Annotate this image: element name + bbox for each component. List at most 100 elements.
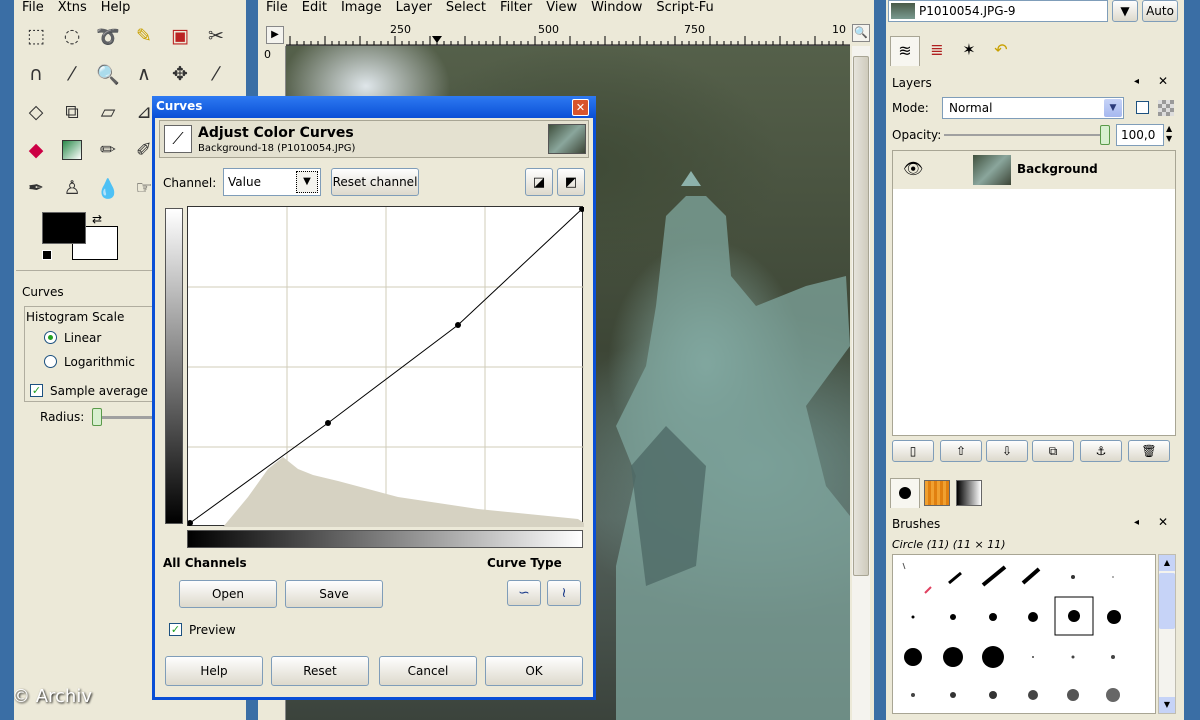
smooth-curve-button-icon[interactable]: ∽	[507, 580, 541, 606]
save-button[interactable]: Save	[285, 580, 383, 608]
auto-button[interactable]: Auto	[1142, 0, 1178, 22]
sample-average-checkbox[interactable]: ✓	[30, 384, 43, 397]
gradients-tab-icon[interactable]	[956, 480, 982, 506]
channel-combo[interactable]: Value ▼	[223, 168, 321, 196]
shear-tool-icon[interactable]: ▱	[92, 96, 124, 128]
zoom-tool-icon[interactable]: 🔍	[92, 58, 124, 90]
logarithmic-radio[interactable]	[44, 355, 57, 368]
brushes-scroll-up-icon[interactable]: ▲	[1159, 555, 1175, 571]
curve-graph[interactable]	[187, 206, 585, 527]
dock-tab-undo-icon[interactable]: ↶	[986, 36, 1016, 66]
image-menu-window[interactable]: Window	[591, 1, 642, 15]
layers-list[interactable]: 👁 Background	[892, 150, 1176, 436]
ellipse-select-tool-icon[interactable]: ◌	[56, 20, 88, 52]
patterns-tab-icon[interactable]	[924, 480, 950, 506]
swap-colors-icon[interactable]: ⇄	[92, 212, 102, 226]
linear-histogram-button-icon[interactable]: ◪	[525, 168, 553, 196]
dock-tab-paths-icon[interactable]: ✶	[954, 36, 984, 66]
rect-select-tool-icon[interactable]: ⬚	[20, 20, 52, 52]
dock-tab-channels-icon[interactable]: ≣	[922, 36, 952, 66]
layer-visibility-eye-icon[interactable]: 👁	[903, 159, 923, 178]
duplicate-layer-button-icon[interactable]: ⧉	[1032, 440, 1074, 462]
brushes-tab-icon[interactable]	[890, 478, 920, 508]
crop-tool-icon[interactable]: ⁄	[200, 58, 232, 90]
layer-row-background[interactable]: 👁 Background	[893, 151, 1175, 189]
radius-slider-handle[interactable]	[92, 408, 102, 426]
curves-close-button-icon[interactable]: ✕	[572, 99, 589, 116]
zoom-button[interactable]: 🔍	[852, 24, 870, 42]
ink-tool-icon[interactable]: ✒	[20, 172, 52, 204]
image-menu-layer[interactable]: Layer	[396, 1, 432, 15]
measure-tool-icon[interactable]: ∧	[128, 58, 160, 90]
lasso-tool-icon[interactable]: ➰	[92, 20, 124, 52]
image-menu-edit[interactable]: Edit	[302, 1, 327, 15]
keep-transparency-checkbox[interactable]	[1136, 101, 1149, 114]
toolbox-menu-file[interactable]: File	[22, 1, 44, 15]
new-layer-button-icon[interactable]: ▯	[892, 440, 934, 462]
image-menu-view[interactable]: View	[546, 1, 577, 15]
curve-svg[interactable]	[187, 206, 585, 527]
image-menu-image[interactable]: Image	[341, 1, 382, 15]
brushes-detach-icon[interactable]: ◂	[1134, 517, 1139, 528]
image-select-value: P1010054.JPG-9	[919, 4, 1016, 18]
pencil-tool-icon[interactable]: ✏	[92, 134, 124, 166]
log-histogram-button-icon[interactable]: ◩	[557, 168, 585, 196]
opacity-slider-track[interactable]	[944, 134, 1110, 136]
image-select-combo[interactable]: P1010054.JPG-9	[888, 0, 1108, 22]
default-colors-icon[interactable]	[42, 250, 52, 260]
open-button[interactable]: Open	[179, 580, 277, 608]
clone-tool-icon[interactable]: ♙	[56, 172, 88, 204]
linear-radio[interactable]	[44, 331, 57, 344]
brushes-scroll-thumb[interactable]	[1159, 573, 1175, 629]
color-picker-tool-icon[interactable]: ⁄	[56, 58, 88, 90]
curve-point-1[interactable]	[325, 420, 331, 426]
preview-checkbox[interactable]: ✓	[169, 623, 182, 636]
bucket-fill-tool-icon[interactable]: ◆	[20, 134, 52, 166]
cancel-button[interactable]: Cancel	[379, 656, 477, 686]
ok-button[interactable]: OK	[485, 656, 583, 686]
layers-detach-icon[interactable]: ◂	[1134, 76, 1139, 87]
blend-tool-icon[interactable]	[56, 134, 88, 166]
opacity-spin-icon[interactable]: ▲ ▼	[1166, 124, 1172, 144]
brushes-close-icon[interactable]: ✕	[1158, 515, 1168, 529]
foreground-color-swatch[interactable]	[42, 212, 86, 244]
rotate-tool-icon[interactable]: ◇	[20, 96, 52, 128]
mode-combo[interactable]: Normal ▼	[942, 97, 1124, 119]
toolbox-menu-help[interactable]: Help	[101, 1, 131, 15]
image-select-dropdown-button[interactable]: ▼	[1112, 0, 1138, 22]
opacity-input[interactable]: 100,0	[1116, 124, 1164, 146]
quick-mask-button[interactable]: ▶	[266, 26, 284, 44]
mode-dropdown-icon[interactable]: ▼	[1104, 99, 1122, 117]
image-menu-select[interactable]: Select	[446, 1, 486, 15]
curve-point-2[interactable]	[455, 322, 461, 328]
layer-name[interactable]: Background	[1017, 162, 1098, 176]
color-select-tool-icon[interactable]: ▣	[164, 20, 196, 52]
scissors-tool-icon[interactable]: ✂	[200, 20, 232, 52]
move-tool-icon[interactable]: ✥	[164, 58, 196, 90]
toolbox-menu-xtns[interactable]: Xtns	[58, 1, 87, 15]
reset-channel-button[interactable]: Reset channel	[331, 168, 419, 196]
image-scroll-thumb[interactable]	[853, 56, 869, 576]
reset-button[interactable]: Reset	[271, 656, 369, 686]
dock-tab-layers[interactable]: ≋	[890, 36, 920, 66]
image-menu-filter[interactable]: Filter	[500, 1, 532, 15]
raise-layer-button-icon[interactable]: ⇧	[940, 440, 982, 462]
blur-tool-icon[interactable]: 💧	[92, 172, 124, 204]
brushes-scrollbar[interactable]: ▲ ▼	[1158, 554, 1176, 714]
brushes-scroll-down-icon[interactable]: ▼	[1159, 697, 1175, 713]
help-button[interactable]: Help	[165, 656, 263, 686]
image-vertical-scrollbar[interactable]	[852, 46, 870, 720]
brushes-grid[interactable]	[892, 554, 1156, 714]
image-menu-file[interactable]: File	[266, 1, 288, 15]
image-menu-scriptfu[interactable]: Script-Fu	[656, 1, 713, 15]
lower-layer-button-icon[interactable]: ⇩	[986, 440, 1028, 462]
freehand-curve-button-icon[interactable]: ≀	[547, 580, 581, 606]
delete-layer-button-icon[interactable]: 🗑	[1128, 440, 1170, 462]
fuzzy-select-tool-icon[interactable]: ✎	[128, 20, 160, 52]
opacity-slider-handle[interactable]	[1100, 125, 1110, 145]
channel-dropdown-icon[interactable]: ▼	[296, 171, 318, 193]
layers-close-icon[interactable]: ✕	[1158, 74, 1168, 88]
anchor-layer-button-icon[interactable]: ⚓	[1080, 440, 1122, 462]
scale-tool-icon[interactable]: ⧉	[56, 96, 88, 128]
paths-tool-icon[interactable]: ∩	[20, 58, 52, 90]
